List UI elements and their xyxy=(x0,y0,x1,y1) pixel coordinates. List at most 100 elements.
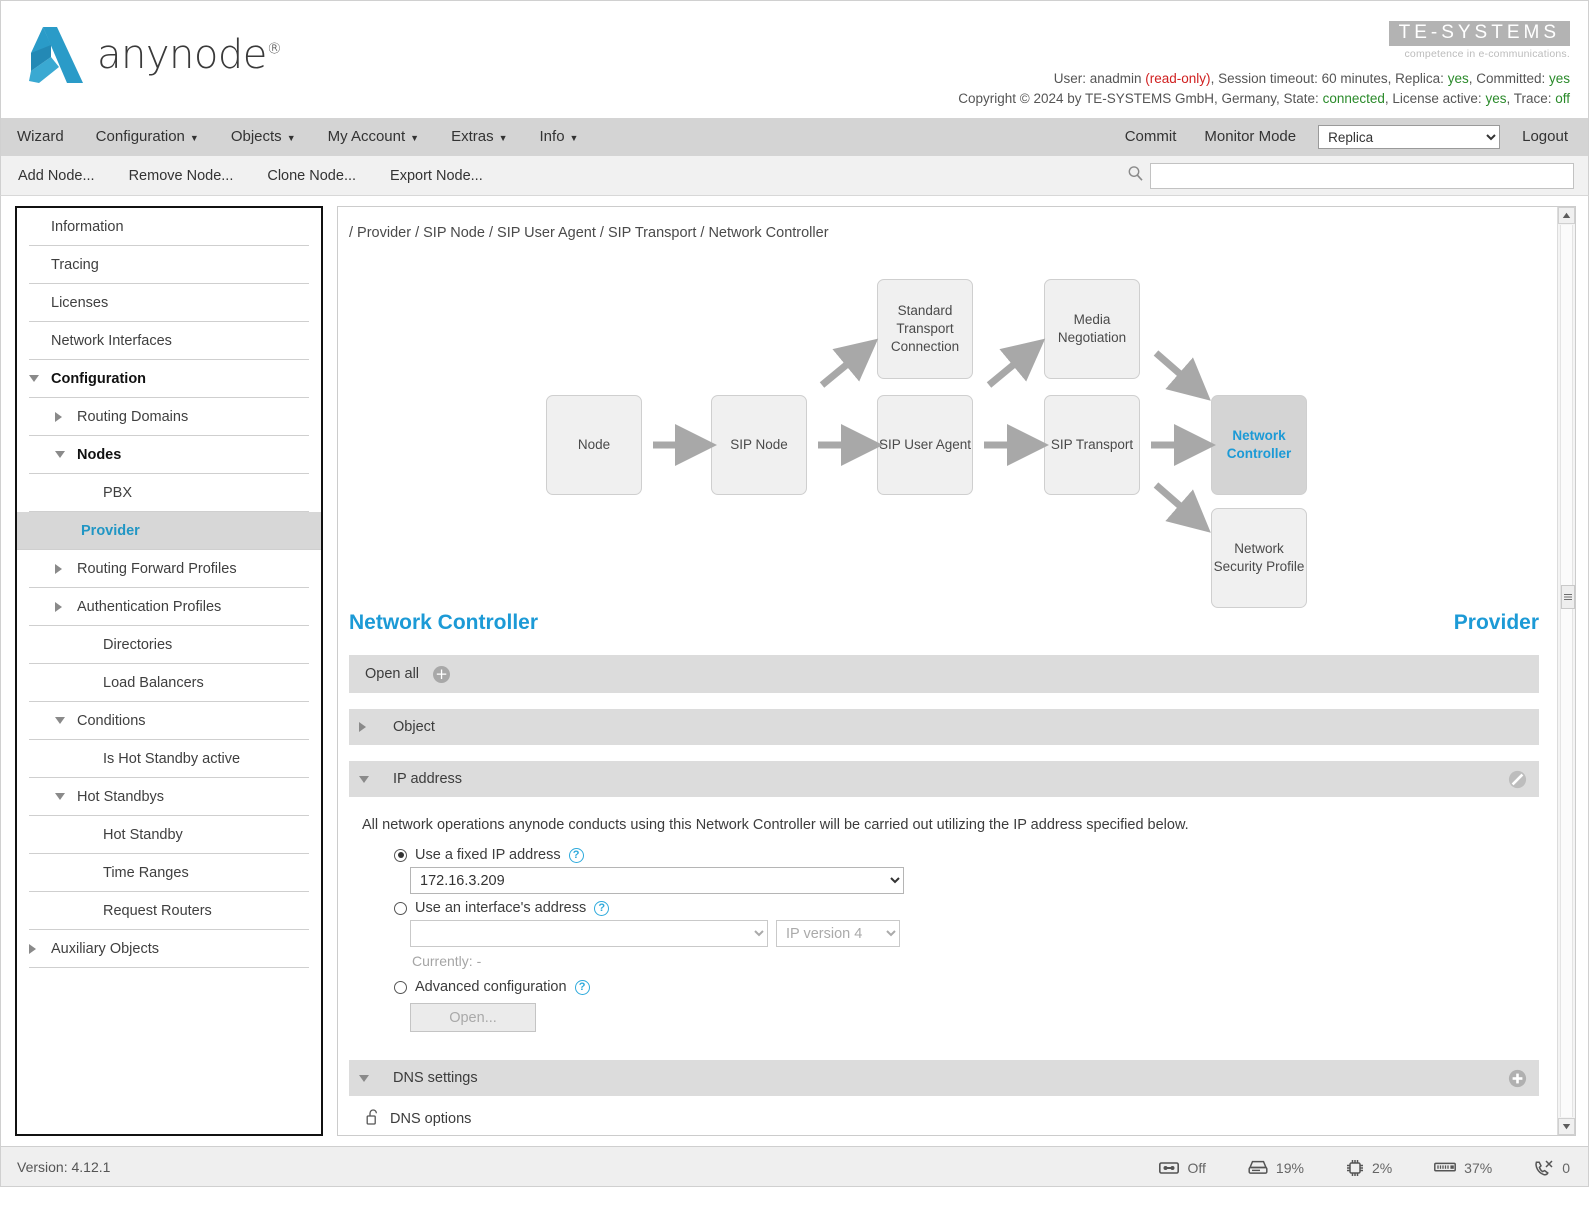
chevron-right-icon[interactable] xyxy=(29,943,51,954)
sidebar-item-routing-domains[interactable]: Routing Domains xyxy=(29,398,309,436)
chevron-down-icon[interactable] xyxy=(55,451,77,458)
fixed-ip-select[interactable]: 172.16.3.209 xyxy=(410,867,904,894)
main-vertical-scrollbar[interactable] xyxy=(1557,207,1575,1135)
sidebar-item-nodes[interactable]: Nodes xyxy=(29,436,309,474)
navigation-tree: Information Tracing Licenses Network Interf… xyxy=(15,206,323,1136)
trace-label: , Trace: xyxy=(1506,91,1556,106)
sidebar-item-provider[interactable]: Provider xyxy=(17,512,321,550)
open-all-bar[interactable]: Open all + xyxy=(349,655,1539,693)
logout-button[interactable]: Logout xyxy=(1508,118,1582,156)
menu-info-label: Info xyxy=(539,127,565,145)
flow-node-node[interactable]: Node xyxy=(546,395,642,495)
chevron-down-icon[interactable] xyxy=(55,717,77,724)
sidebar-item-label: Hot Standbys xyxy=(77,788,165,805)
radio-button-fixed[interactable] xyxy=(394,848,407,862)
flow-node-media-negotiation[interactable]: Media Negotiation xyxy=(1044,279,1140,379)
menubar-right-group: Commit Monitor Mode Replica Logout xyxy=(1111,118,1582,156)
anynode-wordmark: anynode® xyxy=(97,32,282,78)
sidebar-item-directories[interactable]: Directories xyxy=(29,626,309,664)
interface-currently-label: Currently: - xyxy=(412,953,482,969)
chevron-right-icon[interactable] xyxy=(359,722,381,732)
section-header-dns-settings[interactable]: DNS settings xyxy=(349,1060,1539,1096)
flow-node-network-controller[interactable]: Network Controller xyxy=(1211,395,1307,495)
scroll-up-button[interactable] xyxy=(1558,207,1575,224)
commit-button[interactable]: Commit xyxy=(1111,118,1191,156)
chevron-right-icon[interactable] xyxy=(55,601,77,612)
remove-node-button[interactable]: Remove Node... xyxy=(112,156,251,196)
help-icon[interactable]: ? xyxy=(574,979,590,995)
menu-wizard[interactable]: Wizard xyxy=(1,118,80,156)
dns-options-row[interactable]: DNS options xyxy=(338,1096,1557,1130)
flow-node-sip-user-agent[interactable]: SIP User Agent xyxy=(877,395,973,495)
menu-info[interactable]: Info ▼ xyxy=(524,118,595,157)
main-content-panel: / Provider / SIP Node / SIP User Agent /… xyxy=(337,206,1576,1136)
chevron-down-icon[interactable] xyxy=(359,775,381,783)
sidebar-item-licenses[interactable]: Licenses xyxy=(29,284,309,322)
sidebar-item-hot-standby[interactable]: Hot Standby xyxy=(29,816,309,854)
sidebar-item-is-hot-standby-active[interactable]: Is Hot Standby active xyxy=(29,740,309,778)
plus-icon[interactable] xyxy=(1508,1069,1527,1092)
anynode-logo-icon xyxy=(29,27,83,83)
license-label: , License active: xyxy=(1384,91,1486,106)
scroll-down-button[interactable] xyxy=(1558,1118,1575,1135)
sidebar-item-conditions[interactable]: Conditions xyxy=(29,702,309,740)
sidebar-item-hot-standbys[interactable]: Hot Standbys xyxy=(29,778,309,816)
section-header-ip-address[interactable]: IP address xyxy=(349,761,1539,797)
page-scope-label: Provider xyxy=(1453,611,1539,634)
sidebar-item-authentication-profiles[interactable]: Authentication Profiles xyxy=(29,588,309,626)
flow-node-standard-transport-connection[interactable]: Standard Transport Connection xyxy=(877,279,973,379)
sidebar-item-load-balancers[interactable]: Load Balancers xyxy=(29,664,309,702)
te-systems-tagline: competence in e-communications. xyxy=(1404,48,1570,60)
flow-node-network-security-profile[interactable]: Network Security Profile xyxy=(1211,508,1307,608)
sidebar-item-pbx[interactable]: PBX xyxy=(29,474,309,512)
sidebar-item-tracing[interactable]: Tracing xyxy=(29,246,309,284)
sidebar-item-information[interactable]: Information xyxy=(29,208,309,246)
sidebar-item-label: Routing Forward Profiles xyxy=(77,560,237,577)
menu-extras[interactable]: Extras ▼ xyxy=(435,118,523,157)
registered-mark: ® xyxy=(266,39,282,58)
radio-use-interface-address[interactable]: Use an interface's address ? xyxy=(394,900,1539,916)
chevron-down-icon[interactable] xyxy=(55,793,77,800)
chevron-down-icon[interactable] xyxy=(359,1074,381,1082)
sidebar-item-network-interfaces[interactable]: Network Interfaces xyxy=(29,322,309,360)
chevron-right-icon[interactable] xyxy=(55,563,77,574)
radio-button-interface[interactable] xyxy=(394,901,407,915)
te-systems-logo: TE-SYSTEMS competence in e-communication… xyxy=(1388,21,1570,60)
radio-use-fixed-ip[interactable]: Use a fixed IP address ? xyxy=(394,847,1539,863)
sidebar-item-label: Tracing xyxy=(51,256,99,273)
scrollbar-track[interactable] xyxy=(1560,225,1575,1117)
menu-my-account[interactable]: My Account ▼ xyxy=(312,118,435,157)
radio-advanced-configuration[interactable]: Advanced configuration ? xyxy=(394,979,1539,995)
monitor-mode-button[interactable]: Monitor Mode xyxy=(1190,118,1310,156)
sidebar-item-configuration[interactable]: Configuration xyxy=(29,360,309,398)
menu-objects[interactable]: Objects ▼ xyxy=(215,118,312,157)
plus-icon[interactable]: + xyxy=(433,665,451,683)
radio-label-fixed: Use a fixed IP address xyxy=(415,847,561,863)
open-advanced-button[interactable]: Open... xyxy=(410,1003,536,1032)
page-title: Network Controller xyxy=(349,611,539,634)
radio-button-advanced[interactable] xyxy=(394,980,407,994)
add-node-button[interactable]: Add Node... xyxy=(1,156,112,196)
clone-node-button[interactable]: Clone Node... xyxy=(250,156,373,196)
no-entry-icon[interactable] xyxy=(1508,770,1527,793)
sidebar-item-time-ranges[interactable]: Time Ranges xyxy=(29,854,309,892)
sidebar-item-routing-forward-profiles[interactable]: Routing Forward Profiles xyxy=(29,550,309,588)
help-icon[interactable]: ? xyxy=(594,900,610,916)
sidebar-item-auxiliary-objects[interactable]: Auxiliary Objects xyxy=(29,930,309,968)
sidebar-item-request-routers[interactable]: Request Routers xyxy=(29,892,309,930)
flow-node-sip-transport[interactable]: SIP Transport xyxy=(1044,395,1140,495)
section-header-object[interactable]: Object xyxy=(349,709,1539,745)
chevron-down-icon[interactable] xyxy=(29,375,51,382)
search-input[interactable] xyxy=(1150,163,1574,189)
ip-version-select[interactable]: IP version 4 xyxy=(776,920,900,947)
calls-value: 0 xyxy=(1562,1159,1570,1176)
menu-configuration[interactable]: Configuration ▼ xyxy=(80,118,215,157)
section-label-ip-address: IP address xyxy=(393,771,463,787)
mode-select[interactable]: Replica xyxy=(1318,125,1501,149)
interface-select[interactable] xyxy=(410,920,768,947)
chevron-right-icon[interactable] xyxy=(55,411,77,422)
scrollbar-thumb[interactable] xyxy=(1561,585,1575,609)
export-node-button[interactable]: Export Node... xyxy=(373,156,500,196)
flow-node-sip-node[interactable]: SIP Node xyxy=(711,395,807,495)
help-icon[interactable]: ? xyxy=(568,847,584,863)
